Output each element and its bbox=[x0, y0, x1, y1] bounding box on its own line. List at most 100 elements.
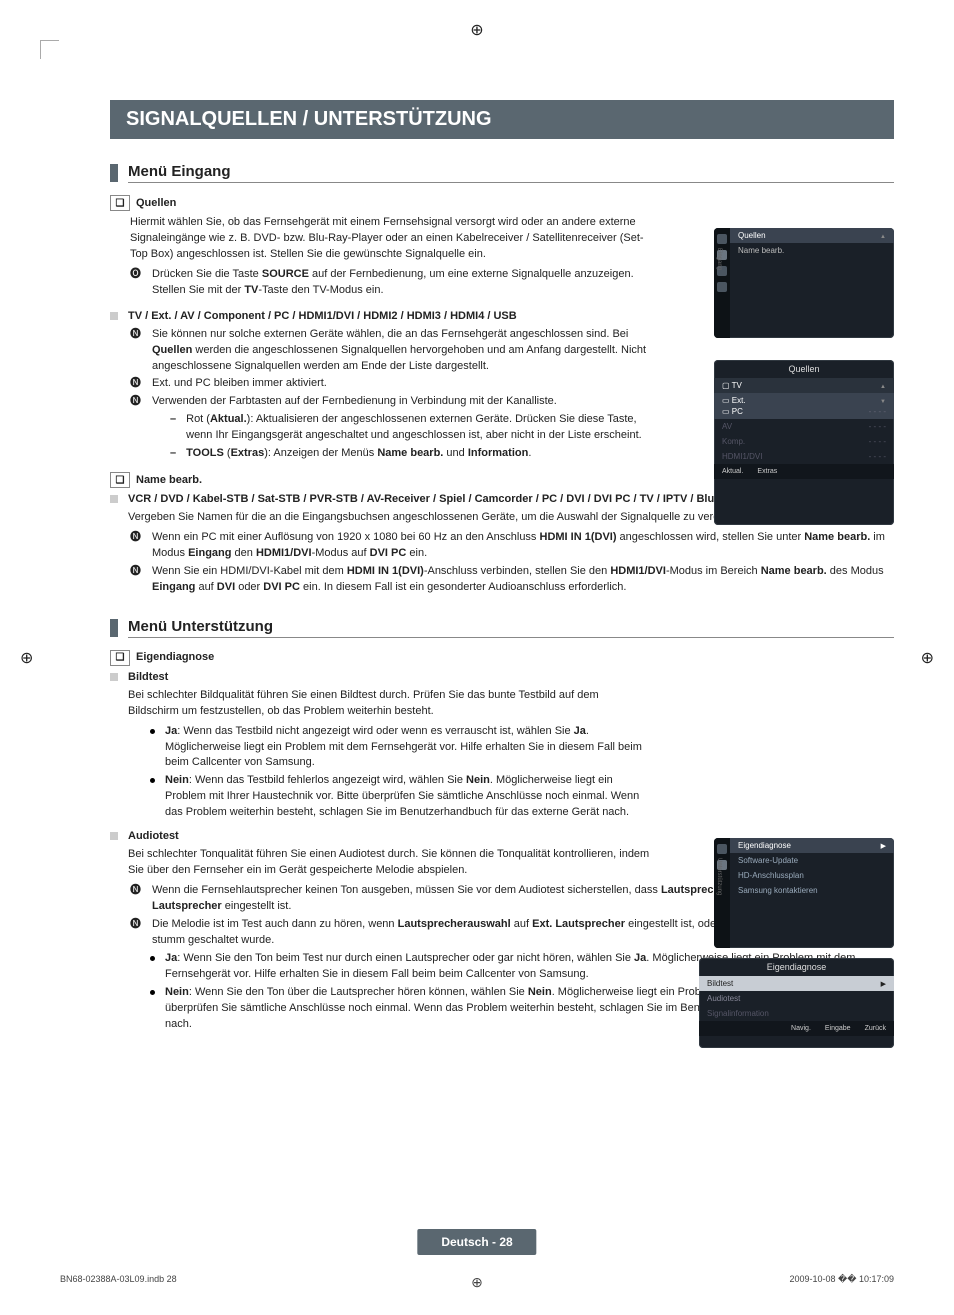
osd-item: Signalinformation bbox=[699, 1006, 894, 1021]
media-icon bbox=[717, 282, 727, 292]
osd-item: HD-Anschlussplan bbox=[730, 868, 894, 883]
section-heading: Menü Eingang bbox=[110, 163, 894, 183]
subhead-label: Name bearb. bbox=[136, 474, 202, 486]
osd-item: Name bearb. bbox=[730, 243, 894, 258]
note-text: Drücken Sie die Taste SOURCE auf der Fer… bbox=[152, 267, 650, 299]
note-row: 🅞 Drücken Sie die Taste SOURCE auf der F… bbox=[130, 267, 650, 299]
sub-text: Rot (Aktual.): Aktualisieren der angesch… bbox=[186, 412, 650, 444]
osd-title: Quellen bbox=[714, 360, 894, 378]
page-footer: Deutsch - 28 bbox=[417, 1229, 536, 1255]
sub-text: TOOLS (Extras): Anzeigen der Menüs Name … bbox=[186, 446, 531, 462]
square-bullet-icon bbox=[110, 832, 118, 840]
chapter-title: SIGNALQUELLEN / UNTERSTÜTZUNG bbox=[110, 100, 894, 139]
subhead-label: Quellen bbox=[136, 197, 176, 209]
note-icon: 🅝 bbox=[130, 883, 144, 915]
remote-icon: 🅞 bbox=[130, 267, 144, 299]
osd-footer-btn: Extras bbox=[757, 468, 777, 475]
note-text: Verwenden der Farbtasten auf der Fernbed… bbox=[152, 394, 557, 410]
paragraph: Hiermit wählen Sie, ob das Fernsehgerät … bbox=[130, 215, 650, 263]
osd-item: HDMI1/DVI- - - - bbox=[714, 449, 894, 464]
osd-item: Samsung kontaktieren bbox=[730, 883, 894, 898]
osd-list: Eingang Quellen Name bearb. bbox=[730, 228, 894, 258]
square-bullet-icon bbox=[110, 312, 118, 320]
dash-icon: – bbox=[170, 446, 176, 462]
osd-item: Audiotest bbox=[699, 991, 894, 1006]
osd-sidebar bbox=[714, 228, 730, 338]
osd-item: Komp.- - - - bbox=[714, 434, 894, 449]
osd-eingang-menu: Eingang Quellen Name bearb. bbox=[714, 228, 894, 338]
registration-mark-top: ⊕ bbox=[470, 20, 483, 40]
crop-mark bbox=[40, 40, 59, 59]
subhead-label: Eigendiagnose bbox=[136, 651, 214, 663]
osd-footer: Aktual. Extras bbox=[714, 464, 894, 479]
page: ⊕ ⊕ ⊕ SIGNALQUELLEN / UNTERSTÜTZUNG Menü… bbox=[0, 0, 954, 1315]
osd-footer-btn: Zurück bbox=[865, 1025, 886, 1032]
note-icon: 🅝 bbox=[130, 394, 144, 410]
dot-icon bbox=[150, 990, 155, 995]
subhead-tvext: TV / Ext. / AV / Component / PC / HDMI1/… bbox=[110, 309, 650, 325]
osd-footer-btn: Navig. bbox=[791, 1025, 811, 1032]
osd-list: Unterstützung Eigendiagnose▶ Software-Up… bbox=[730, 838, 894, 898]
q-icon: ❏ bbox=[110, 472, 130, 488]
q-icon: ❏ bbox=[110, 650, 130, 666]
section-title: Menü Unterstützung bbox=[128, 618, 894, 638]
dot-icon bbox=[150, 956, 155, 961]
section-bar-icon bbox=[110, 164, 118, 182]
registration-mark-bottom: ⊕ bbox=[471, 1274, 483, 1291]
subhead-bildtest: Bildtest bbox=[110, 670, 650, 686]
osd-item: ▢ TV bbox=[714, 378, 894, 393]
osd-side-label: Unterstützung bbox=[716, 858, 722, 895]
dash-icon: – bbox=[170, 412, 176, 444]
registration-mark-left: ⊕ bbox=[20, 648, 33, 668]
osd-item: ▭ Ext. ▭ PC- - - - bbox=[714, 393, 894, 419]
section-title: Menü Eingang bbox=[128, 163, 894, 183]
osd-footer-btn: Eingabe bbox=[825, 1025, 851, 1032]
section-bar-icon bbox=[110, 619, 118, 637]
print-timestamp: 2009-10-08 �� 10:17:09 bbox=[789, 1274, 894, 1285]
osd-item: Software-Update bbox=[730, 853, 894, 868]
option-row: Nein: Wenn das Testbild fehlerlos angeze… bbox=[150, 773, 650, 821]
option-row: Ja: Wenn das Testbild nicht angezeigt wi… bbox=[150, 724, 650, 772]
note-text: Sie können nur solche externen Geräte wä… bbox=[152, 327, 650, 375]
option-text: Nein: Wenn das Testbild fehlerlos angeze… bbox=[165, 773, 650, 821]
q-icon: ❏ bbox=[110, 195, 130, 211]
osd-footer: Navig. Eingabe Zurück bbox=[699, 1021, 894, 1036]
sub-note: – TOOLS (Extras): Anzeigen der Menüs Nam… bbox=[170, 446, 650, 462]
note-text: Ext. und PC bleiben immer aktiviert. bbox=[152, 376, 327, 392]
osd-title: Eigendiagnose bbox=[699, 958, 894, 976]
note-text: Wenn Sie ein HDMI/DVI-Kabel mit dem HDMI… bbox=[152, 564, 894, 596]
dot-icon bbox=[150, 729, 155, 734]
osd-quellen-list: Quellen ▢ TV ▭ Ext. ▭ PC- - - - AV- - - … bbox=[714, 360, 894, 525]
note-row: 🅝 Wenn Sie ein HDMI/DVI-Kabel mit dem HD… bbox=[130, 564, 894, 596]
osd-item: AV- - - - bbox=[714, 419, 894, 434]
note-icon: 🅝 bbox=[130, 530, 144, 562]
note-text: Wenn ein PC mit einer Auflösung von 1920… bbox=[152, 530, 894, 562]
osd-unterstützung-menu: Unterstützung Eigendiagnose▶ Software-Up… bbox=[714, 838, 894, 948]
paragraph: Bei schlechter Tonqualität führen Sie ei… bbox=[128, 847, 668, 879]
note-icon: 🅝 bbox=[130, 327, 144, 375]
note-icon: 🅝 bbox=[130, 564, 144, 596]
osd-eigendiagnose-list: Eigendiagnose Bildtest▶ Audiotest Signal… bbox=[699, 958, 894, 1048]
print-footer: BN68-02388A-03L09.indb 28 ⊕ 2009-10-08 �… bbox=[60, 1274, 894, 1285]
subhead-label: TV / Ext. / AV / Component / PC / HDMI1/… bbox=[128, 309, 517, 325]
note-row: 🅝 Wenn ein PC mit einer Auflösung von 19… bbox=[130, 530, 894, 562]
square-bullet-icon bbox=[110, 673, 118, 681]
note-row: 🅝 Ext. und PC bleiben immer aktiviert. bbox=[130, 376, 650, 392]
dot-icon bbox=[150, 778, 155, 783]
subhead-eigendiagnose: ❏ Eigendiagnose bbox=[110, 650, 894, 666]
option-text: Ja: Wenn das Testbild nicht angezeigt wi… bbox=[165, 724, 650, 772]
section-heading: Menü Unterstützung bbox=[110, 618, 894, 638]
doc-filename: BN68-02388A-03L09.indb 28 bbox=[60, 1274, 177, 1285]
gear-icon bbox=[717, 234, 727, 244]
card-icon bbox=[717, 844, 727, 854]
osd-item: Eigendiagnose▶ bbox=[730, 838, 894, 853]
paragraph: Bei schlechter Bildqualität führen Sie e… bbox=[128, 688, 650, 720]
subhead-quellen: ❏ Quellen bbox=[110, 195, 650, 211]
osd-side-label: Eingang bbox=[716, 248, 722, 270]
osd-item: Bildtest▶ bbox=[699, 976, 894, 991]
label: Bildtest bbox=[128, 670, 168, 686]
osd-footer-btn: Aktual. bbox=[722, 468, 743, 475]
note-icon: 🅝 bbox=[130, 917, 144, 949]
sub-note: – Rot (Aktual.): Aktualisieren der anges… bbox=[170, 412, 650, 444]
label: Audiotest bbox=[128, 829, 179, 845]
